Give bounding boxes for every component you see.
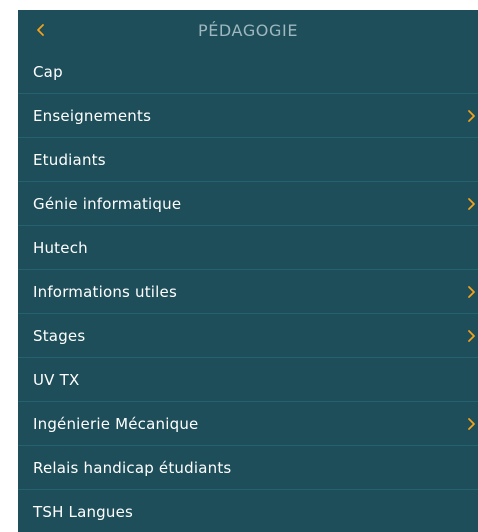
menu-item[interactable]: Etudiants [18, 138, 478, 182]
chevron-right-icon [468, 330, 475, 342]
navigation-panel: PÉDAGOGIE Cap Enseignements Etudiants Génie… [18, 10, 478, 532]
menu-item-label: Stages [33, 326, 86, 345]
back-button[interactable] [29, 17, 53, 43]
menu-item[interactable]: Ingénierie Mécanique [18, 402, 478, 446]
menu-item[interactable]: Informations utiles [18, 270, 478, 314]
menu-item[interactable]: Cap [18, 50, 478, 94]
menu-item-label: Enseignements [33, 106, 152, 125]
menu-item[interactable]: Stages [18, 314, 478, 358]
menu-item[interactable]: Enseignements [18, 94, 478, 138]
menu-item-label: Ingénierie Mécanique [33, 414, 199, 433]
menu-item-label: Hutech [33, 238, 88, 257]
menu-item-label: Informations utiles [33, 282, 177, 301]
menu-item-label: Cap [33, 62, 63, 81]
menu-item[interactable]: Hutech [18, 226, 478, 270]
menu-item[interactable]: Relais handicap étudiants [18, 446, 478, 490]
chevron-right-icon [468, 110, 475, 122]
chevron-right-icon [468, 198, 475, 210]
chevron-right-icon [468, 286, 475, 298]
page-title: PÉDAGOGIE [197, 20, 299, 40]
menu-item[interactable]: Génie informatique [18, 182, 478, 226]
chevron-right-icon [468, 418, 475, 430]
menu-item-label: Relais handicap étudiants [33, 458, 232, 477]
menu-item[interactable]: UV TX [18, 358, 478, 402]
menu-item[interactable]: TSH Langues [18, 490, 478, 532]
chevron-left-icon [37, 24, 44, 36]
menu-item-label: Etudiants [33, 150, 106, 169]
menu-list: Cap Enseignements Etudiants Génie informati… [18, 50, 478, 532]
menu-item-label: UV TX [33, 370, 80, 389]
menu-item-label: TSH Langues [33, 503, 134, 521]
menu-item-label: Génie informatique [33, 194, 182, 213]
panel-header: PÉDAGOGIE [18, 10, 478, 50]
